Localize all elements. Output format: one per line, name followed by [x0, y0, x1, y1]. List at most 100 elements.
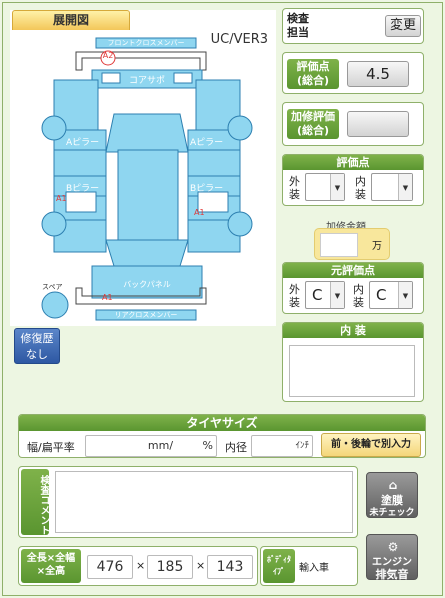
- chevron-down-icon: ▼: [330, 282, 344, 308]
- overall-score-value[interactable]: 4.5: [347, 61, 409, 87]
- repair-amount-input[interactable]: [320, 233, 358, 257]
- paint-line2: 未チェック: [369, 508, 415, 518]
- score-exterior-select[interactable]: ▼: [305, 173, 345, 201]
- comment-section: 検査コメント: [18, 466, 358, 538]
- sep-2: ×: [196, 559, 206, 572]
- chevron-down-icon: ▼: [398, 282, 412, 308]
- width-input[interactable]: 185: [147, 555, 193, 579]
- comment-label: 検査コメント: [21, 469, 49, 535]
- tire-width-input[interactable]: mm/ %: [85, 435, 217, 457]
- original-score-section: 元評価点 外 装 C ▼ 内 装 C ▼: [282, 262, 424, 314]
- interior-textarea[interactable]: [289, 345, 415, 397]
- overall-score-label: 評価点 (総合): [287, 59, 339, 89]
- additional-score-value[interactable]: [347, 111, 409, 137]
- original-exterior-select[interactable]: C ▼: [305, 281, 345, 309]
- model-label: UC/VER3: [210, 32, 268, 47]
- body-type-label-2: ｲﾌﾟ: [273, 567, 285, 576]
- spare-label: スペア: [42, 283, 63, 291]
- engine-line2: 排気音: [375, 568, 409, 581]
- original-exterior-label-2: 装: [289, 296, 300, 309]
- tire-size-section: タイヤサイズ 幅/扁平率 mm/ % 内径 ｲﾝﾁ 前・後輪で別入力: [18, 414, 426, 458]
- original-exterior-label-1: 外: [289, 283, 300, 296]
- dimensions-section: 全長×全幅 ×全高 476 × 185 × 143: [18, 546, 258, 586]
- b-pillar-right-label[interactable]: Bピラー: [190, 181, 223, 194]
- inspector-label: 検査 担当: [287, 12, 309, 40]
- back-panel-label[interactable]: バックパネル: [92, 279, 202, 290]
- body-type-label-1: ﾎﾞﾃﾞｨﾀ: [267, 555, 291, 564]
- hood-panel: [105, 113, 189, 153]
- original-interior-select[interactable]: C ▼: [369, 281, 413, 309]
- b-pillar-left-label[interactable]: Bピラー: [66, 181, 99, 194]
- score-exterior-label-1: 外: [289, 175, 300, 188]
- mark-a1-left[interactable]: A1: [56, 194, 67, 203]
- dimensions-label-1: 全長×全幅: [26, 553, 76, 564]
- original-interior-label-1: 内: [353, 283, 364, 296]
- original-exterior-label: 外 装: [289, 283, 300, 309]
- original-interior-label: 内 装: [353, 283, 364, 309]
- spare-tire: [41, 291, 69, 319]
- mark-a1-right[interactable]: A1: [194, 208, 205, 217]
- inspector-panel: 検査 担当 変更: [282, 8, 424, 44]
- tire-split-button[interactable]: 前・後輪で別入力: [321, 433, 421, 457]
- length-input[interactable]: 476: [87, 555, 133, 579]
- score-exterior-label: 外 装: [289, 175, 300, 201]
- repair-amount-unit: 万: [372, 241, 382, 252]
- interior-section: 内 装: [282, 322, 424, 402]
- chevron-down-icon: ▼: [398, 174, 412, 200]
- original-exterior-value: C: [312, 286, 323, 304]
- paint-line1: 塗膜: [381, 494, 403, 507]
- tire-mm-unit: mm/: [147, 439, 174, 452]
- score-interior-label: 内 装: [355, 175, 366, 201]
- body-type-label: ﾎﾞﾃﾞｨﾀ ｲﾌﾟ: [263, 549, 295, 583]
- dimensions-label: 全長×全幅 ×全高: [21, 549, 81, 583]
- body-type-section: ﾎﾞﾃﾞｨﾀ ｲﾌﾟ 輸入車: [260, 546, 358, 586]
- tire-diameter-input[interactable]: ｲﾝﾁ: [251, 435, 313, 457]
- repair-history-line2: なし: [26, 348, 48, 361]
- additional-score-label-2: (総合): [296, 124, 330, 137]
- score-interior-label-1: 内: [355, 175, 366, 188]
- diagram-tab[interactable]: 展開図: [12, 10, 130, 30]
- core-support-label[interactable]: コアサポ: [120, 73, 174, 86]
- engine-sound-button[interactable]: ⚙ エンジン 排気音: [366, 534, 418, 581]
- engine-icon: ⚙: [387, 540, 399, 554]
- original-interior-value: C: [376, 286, 387, 304]
- additional-score-panel: 加修評価 (総合): [282, 102, 424, 146]
- chevron-down-icon: ▼: [330, 174, 344, 200]
- original-score-title: 元評価点: [283, 263, 423, 278]
- original-interior-label-2: 装: [353, 296, 364, 309]
- sep-1: ×: [136, 559, 146, 572]
- score-interior-select[interactable]: ▼: [371, 173, 413, 201]
- score-section-title: 評価点: [283, 155, 423, 170]
- score-interior-label-2: 装: [355, 188, 366, 201]
- body-type-value[interactable]: 輸入車: [299, 559, 329, 574]
- overall-score-panel: 評価点 (総合) 4.5: [282, 52, 424, 94]
- a-pillar-left-label[interactable]: Aピラー: [66, 135, 99, 148]
- dimensions-label-2: ×全高: [36, 566, 66, 577]
- roof-panel: [117, 149, 179, 241]
- comment-textarea[interactable]: [55, 471, 353, 533]
- score-section: 評価点 外 装 ▼ 内 装 ▼: [282, 154, 424, 206]
- tire-size-title: タイヤサイズ: [19, 415, 425, 431]
- paint-gauge-icon: ⌂: [388, 478, 398, 492]
- additional-score-label-1: 加修評価: [291, 110, 335, 123]
- tire-diameter-label: 内径: [225, 441, 247, 454]
- rear-cross-member-label[interactable]: リアクロスメンバー: [96, 310, 196, 320]
- score-exterior-label-2: 装: [289, 188, 300, 201]
- mark-a2-front[interactable]: A2: [102, 51, 114, 60]
- inspector-label-2: 担当: [287, 26, 309, 39]
- inspector-label-1: 検査: [287, 12, 309, 25]
- trunk-lid: [105, 239, 189, 267]
- additional-score-label: 加修評価 (総合): [287, 109, 339, 139]
- tire-width-label: 幅/扁平率: [27, 441, 75, 454]
- a-pillar-right-label[interactable]: Aピラー: [190, 135, 223, 148]
- mark-a1-rear[interactable]: A1: [102, 293, 113, 302]
- repair-history-button[interactable]: 修復歴 なし: [14, 328, 60, 364]
- overall-score-label-1: 評価点: [296, 60, 330, 73]
- interior-title: 内 装: [283, 323, 423, 338]
- inspector-change-button[interactable]: 変更: [385, 15, 421, 37]
- overall-score-label-2: (総合): [296, 74, 330, 87]
- tire-inch-unit: ｲﾝﾁ: [295, 441, 309, 451]
- vehicle-diagram: フロントクロスメンバー A2 コアサポ Aピラー Aピラー Bピラー Bピラー …: [10, 10, 276, 326]
- height-input[interactable]: 143: [207, 555, 253, 579]
- paint-check-button[interactable]: ⌂ 塗膜 未チェック: [366, 472, 418, 518]
